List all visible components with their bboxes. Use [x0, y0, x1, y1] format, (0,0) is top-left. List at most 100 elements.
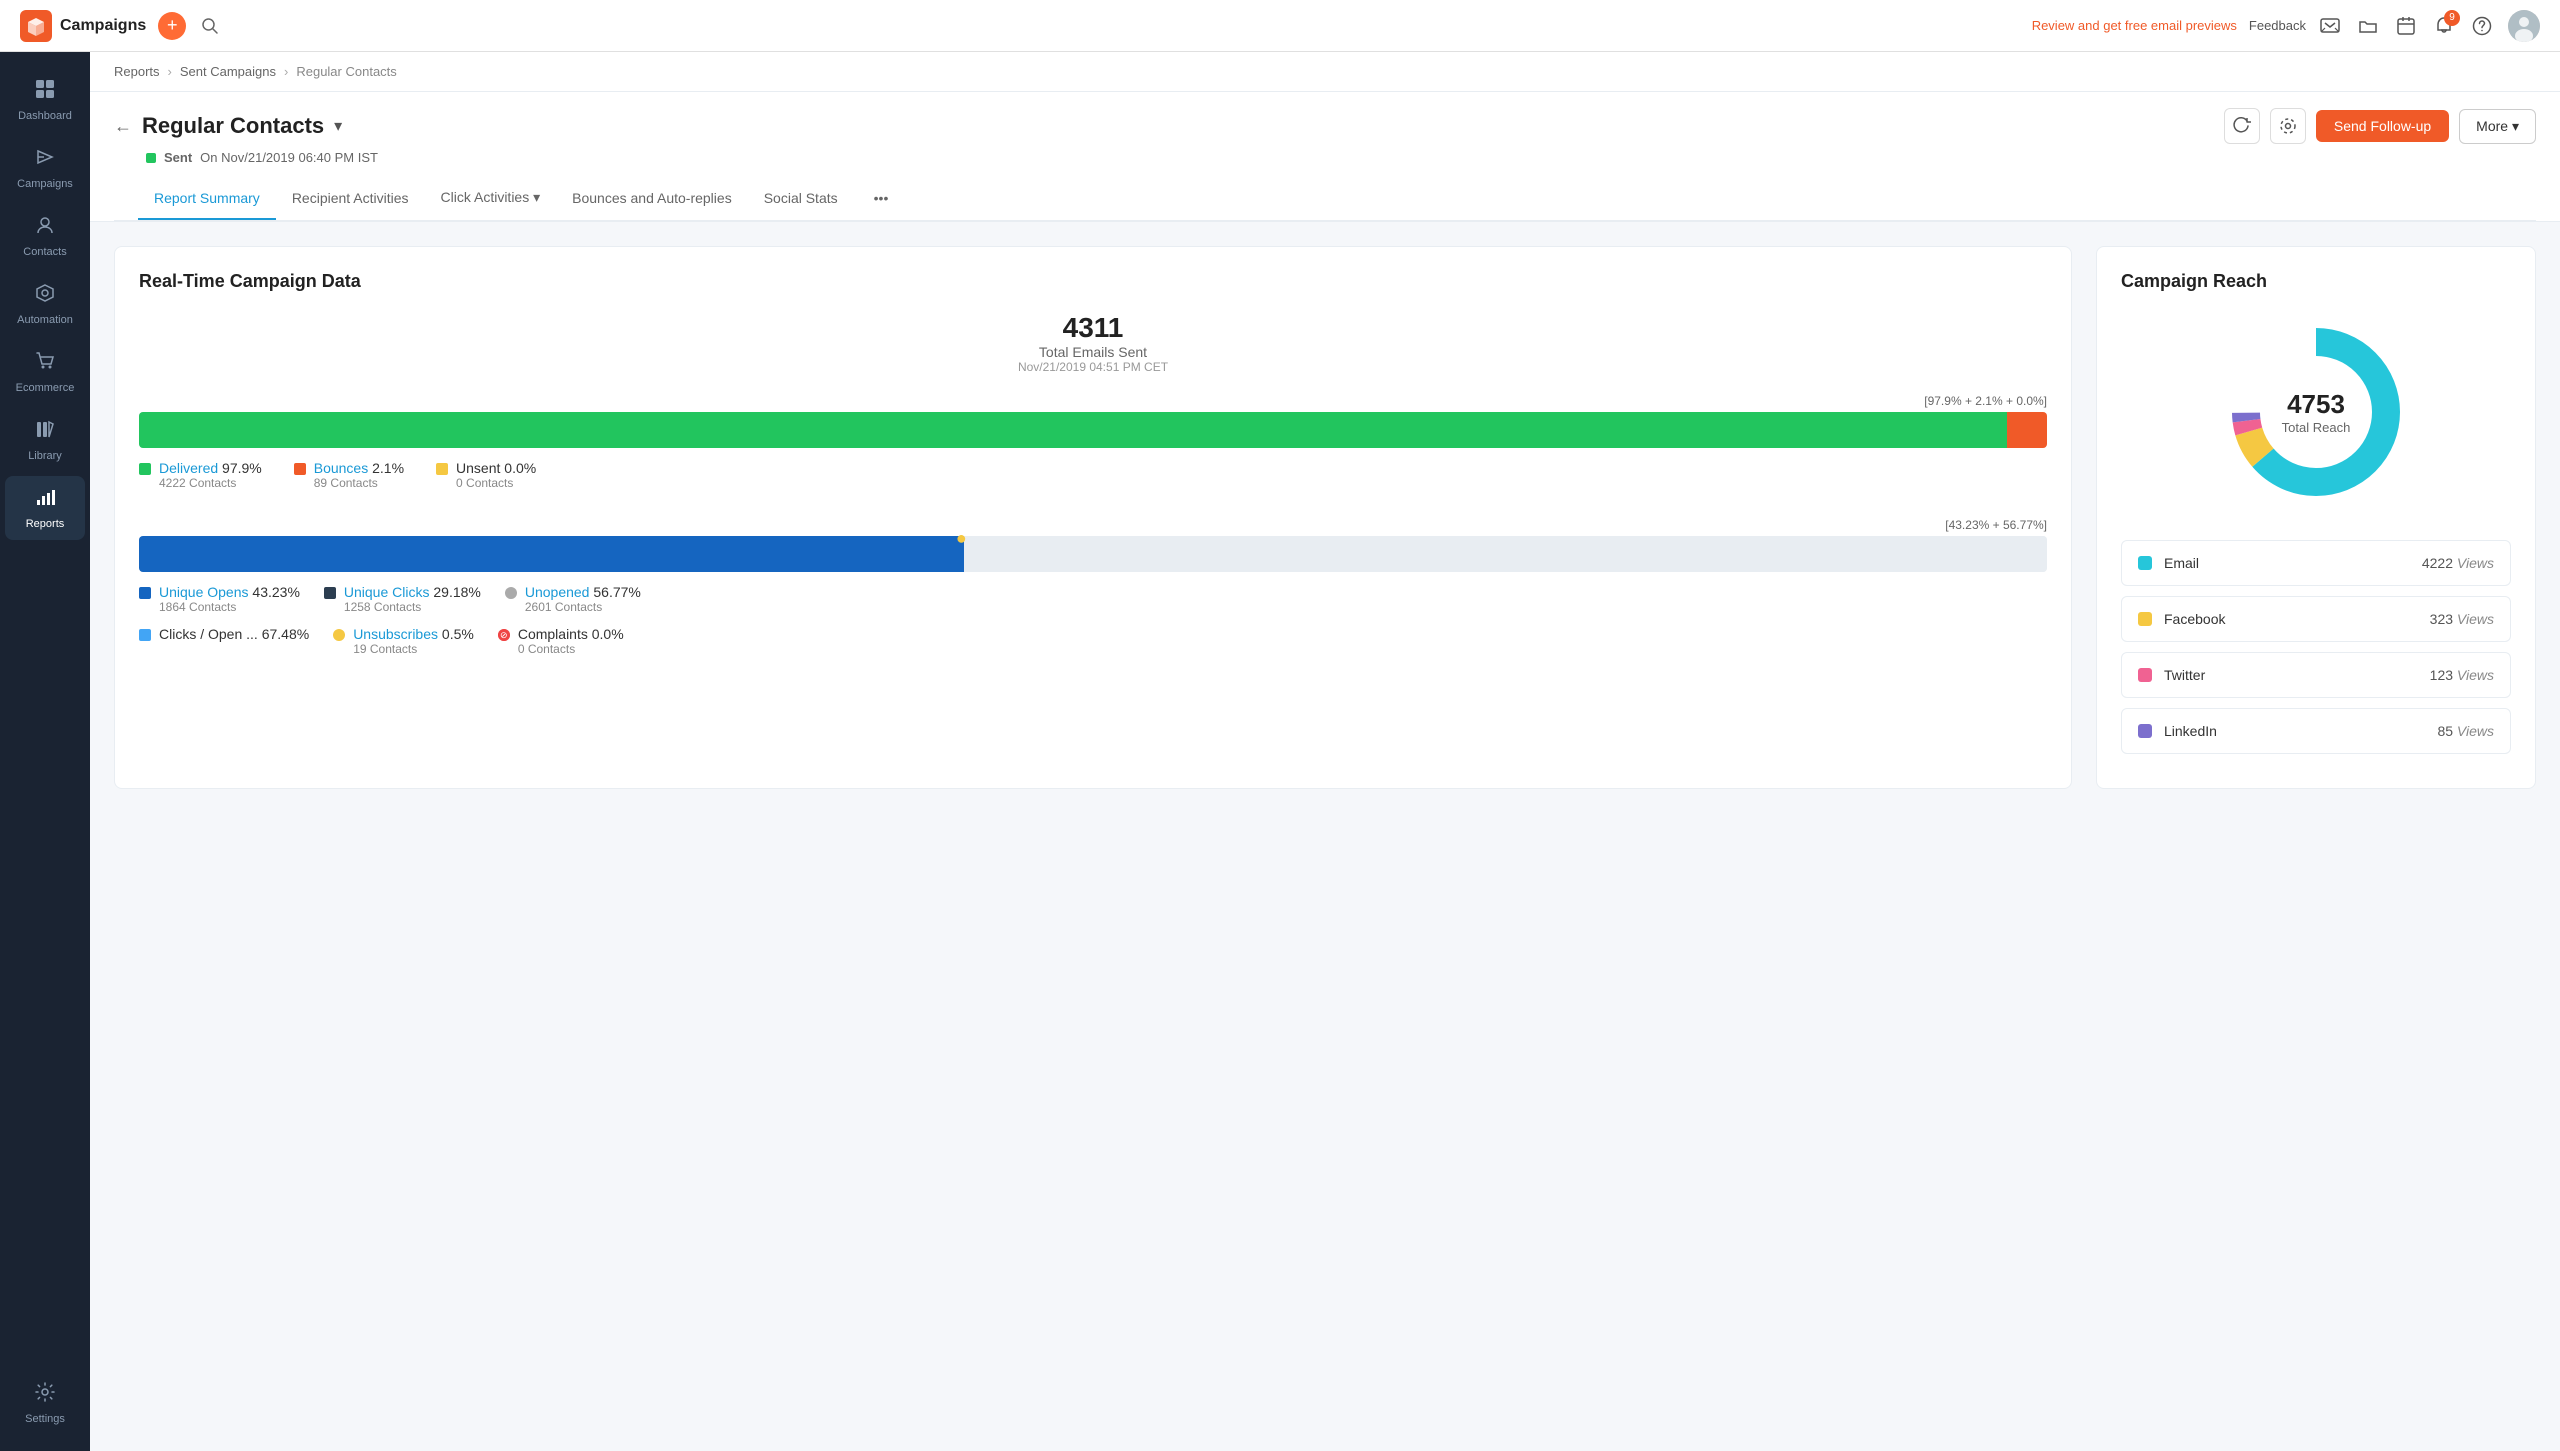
breadcrumb: Reports › Sent Campaigns › Regular Conta…: [90, 52, 2560, 92]
sidebar-item-ecommerce[interactable]: Ecommerce: [5, 340, 85, 404]
bounces-pct-val: 2.1%: [372, 460, 404, 476]
unsent-contacts: 0 Contacts: [456, 476, 536, 490]
realtime-title: Real-Time Campaign Data: [139, 271, 2047, 292]
status-sent-label: Sent: [164, 150, 192, 165]
sidebar-item-automation-label: Automation: [17, 314, 73, 326]
title-dropdown-icon[interactable]: ▾: [334, 116, 342, 136]
tab-recipient-activities[interactable]: Recipient Activities: [276, 178, 425, 220]
delivered-link[interactable]: Delivered: [159, 460, 218, 476]
unique-opens-link[interactable]: Unique Opens: [159, 584, 249, 600]
avatar[interactable]: [2508, 10, 2540, 42]
messages-icon[interactable]: [2318, 14, 2342, 38]
bounces-stat: Bounces 2.1% 89 Contacts: [294, 460, 404, 490]
unique-opens-pct-val: 43.23%: [252, 584, 299, 600]
tab-bounces[interactable]: Bounces and Auto-replies: [556, 178, 748, 220]
sidebar-item-reports[interactable]: Reports: [5, 476, 85, 540]
email-color-dot: [2138, 556, 2152, 570]
breadcrumb-sent-campaigns[interactable]: Sent Campaigns: [180, 64, 276, 79]
clicks-open-label: Clicks / Open ...: [159, 626, 258, 642]
sidebar-item-library[interactable]: Library: [5, 408, 85, 472]
donut-center: 4753 Total Reach: [2282, 389, 2351, 435]
total-emails-block: 4311 Total Emails Sent Nov/21/2019 04:51…: [139, 312, 2047, 374]
unopened-dot: [505, 587, 517, 599]
send-followup-button[interactable]: Send Follow-up: [2316, 110, 2449, 142]
sidebar-item-contacts[interactable]: Contacts: [5, 204, 85, 268]
extra-stats: Clicks / Open ... 67.48% Unsubscribes 0: [139, 626, 2047, 656]
unsent-info: Unsent 0.0% 0 Contacts: [456, 460, 536, 490]
bounces-label-row: Bounces 2.1%: [314, 460, 404, 476]
unique-opens-info: Unique Opens 43.23% 1864 Contacts: [159, 584, 300, 614]
bounces-link[interactable]: Bounces: [314, 460, 368, 476]
sidebar-item-campaigns-label: Campaigns: [17, 178, 73, 190]
unopened-pct-val: 56.77%: [593, 584, 640, 600]
facebook-color-dot: [2138, 612, 2152, 626]
linkedin-color-dot: [2138, 724, 2152, 738]
sidebar-item-settings[interactable]: Settings: [5, 1371, 85, 1435]
campaign-status: Sent On Nov/21/2019 06:40 PM IST: [146, 150, 2536, 165]
help-icon[interactable]: [2470, 14, 2494, 38]
opens-bar-label: [43.23% + 56.77%]: [139, 518, 2047, 532]
unopened-info: Unopened 56.77% 2601 Contacts: [525, 584, 641, 614]
more-button[interactable]: More ▾: [2459, 109, 2536, 144]
delivery-bar-green: [139, 412, 2007, 448]
sidebar-item-automation[interactable]: Automation: [5, 272, 85, 336]
promo-text[interactable]: Review and get free email previews: [2032, 18, 2237, 33]
unopened-link[interactable]: Unopened: [525, 584, 590, 600]
delivered-dot: [139, 463, 151, 475]
sidebar-item-dashboard-label: Dashboard: [18, 110, 72, 122]
unsent-stat: Unsent 0.0% 0 Contacts: [436, 460, 536, 490]
top-nav-icons: 9: [2318, 10, 2540, 42]
dashboard-icon: [34, 78, 56, 106]
unique-clicks-contacts: 1258 Contacts: [344, 600, 481, 614]
feedback-link[interactable]: Feedback: [2249, 18, 2306, 33]
delivered-label-row: Delivered 97.9%: [159, 460, 262, 476]
add-button[interactable]: +: [158, 12, 186, 40]
notifications-icon[interactable]: 9: [2432, 14, 2456, 38]
complaints-row: Complaints 0.0%: [518, 626, 624, 642]
tab-more[interactable]: •••: [858, 178, 905, 220]
sidebar-item-campaigns[interactable]: Campaigns: [5, 136, 85, 200]
breadcrumb-reports[interactable]: Reports: [114, 64, 160, 79]
unique-clicks-pct-val: 29.18%: [433, 584, 480, 600]
tab-bounces-label: Bounces and Auto-replies: [572, 190, 732, 206]
ecommerce-icon: [34, 350, 56, 378]
unsubscribes-row: Unsubscribes 0.5%: [353, 626, 474, 642]
tab-social-stats[interactable]: Social Stats: [748, 178, 854, 220]
bounces-contacts: 89 Contacts: [314, 476, 404, 490]
unsubscribes-link[interactable]: Unsubscribes: [353, 626, 438, 642]
unopened-contacts: 2601 Contacts: [525, 600, 641, 614]
tab-more-icon: •••: [874, 190, 889, 206]
reach-card: Campaign Reach: [2096, 246, 2536, 789]
campaigns-icon: [34, 146, 56, 174]
status-date: On Nov/21/2019 06:40 PM IST: [200, 150, 378, 165]
clicks-open-pct-val: 67.48%: [262, 626, 309, 642]
clicks-open-stat: Clicks / Open ... 67.48%: [139, 626, 309, 656]
refresh-button[interactable]: [2224, 108, 2260, 144]
back-button[interactable]: ←: [114, 116, 132, 137]
settings-cog-button[interactable]: [2270, 108, 2306, 144]
main-content: Reports › Sent Campaigns › Regular Conta…: [90, 52, 2560, 1451]
tab-report-summary[interactable]: Report Summary: [138, 178, 276, 220]
sidebar: Dashboard Campaigns Contacts: [0, 52, 90, 1451]
contacts-icon: [34, 214, 56, 242]
unsubscribes-contacts: 19 Contacts: [353, 642, 474, 656]
reach-item-facebook: Facebook 323 Views: [2121, 596, 2511, 642]
delivered-stat: Delivered 97.9% 4222 Contacts: [139, 460, 262, 490]
sidebar-item-dashboard[interactable]: Dashboard: [5, 68, 85, 132]
unsubscribes-dot: [333, 629, 345, 641]
tab-report-summary-label: Report Summary: [154, 190, 260, 206]
unsent-label: Unsent: [456, 460, 500, 476]
reach-item-linkedin: LinkedIn 85 Views: [2121, 708, 2511, 754]
unique-opens-dot: [139, 587, 151, 599]
twitter-views: 123 Views: [2430, 667, 2494, 683]
page-title: Regular Contacts: [142, 113, 324, 139]
search-button[interactable]: [198, 14, 222, 38]
breadcrumb-sep-2: ›: [284, 64, 288, 79]
calendar-icon[interactable]: [2394, 14, 2418, 38]
unique-clicks-link[interactable]: Unique Clicks: [344, 584, 430, 600]
breadcrumb-sep-1: ›: [168, 64, 172, 79]
sidebar-item-settings-label: Settings: [25, 1413, 65, 1425]
folder-icon[interactable]: [2356, 14, 2380, 38]
app-logo[interactable]: Campaigns: [20, 10, 146, 42]
tab-click-activities[interactable]: Click Activities ▾: [425, 177, 557, 220]
